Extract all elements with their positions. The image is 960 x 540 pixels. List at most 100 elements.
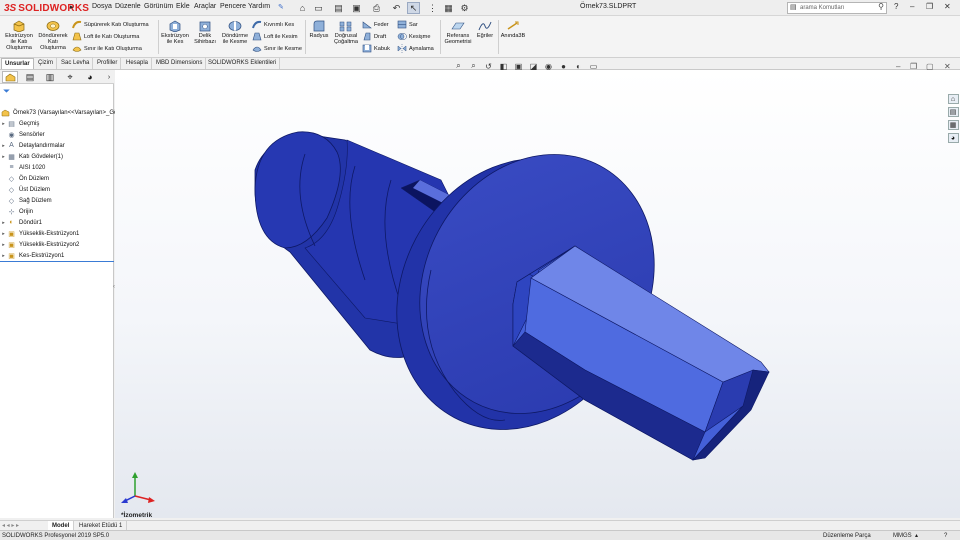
- new-document-icon[interactable]: ▭: [312, 2, 325, 14]
- menu-arrow-icon[interactable]: ▸: [70, 3, 74, 11]
- expand-arrow-icon[interactable]: ▸: [0, 143, 7, 149]
- extruded-cut-button[interactable]: Ekstrüzyon ile Kes: [161, 20, 189, 45]
- undo-icon[interactable]: ↶: [390, 2, 403, 14]
- configuration-manager-tab-icon[interactable]: ▥: [42, 71, 58, 83]
- options-gear-icon[interactable]: ⚙: [458, 2, 471, 14]
- menu-help[interactable]: Yardım: [248, 3, 270, 10]
- tree-item[interactable]: ≡ AISI 1020: [0, 162, 45, 173]
- tab-features[interactable]: Unsurlar: [1, 58, 34, 69]
- pin-icon[interactable]: ✎: [278, 3, 284, 11]
- mirror-button[interactable]: Aynalama: [397, 43, 434, 54]
- lofted-cut-button[interactable]: Loft ile Kesim: [252, 31, 302, 42]
- boundary-cut-button[interactable]: Sınır ile Kesme: [252, 43, 302, 54]
- home-icon[interactable]: ⌂: [296, 2, 309, 14]
- previous-view-icon[interactable]: ↺: [483, 61, 494, 71]
- filter-icon[interactable]: ⏷: [3, 86, 10, 97]
- menu-window[interactable]: Pencere: [220, 3, 246, 10]
- tree-item[interactable]: ▸ ▤ Geçmiş: [0, 118, 39, 129]
- status-units[interactable]: MMGS: [893, 531, 912, 540]
- tree-item[interactable]: ⊹ Orijin: [0, 206, 33, 217]
- shell-button[interactable]: Kabuk: [362, 43, 390, 54]
- display-style-icon[interactable]: ◪: [528, 61, 539, 71]
- property-manager-tab-icon[interactable]: ▤: [22, 71, 38, 83]
- close-icon[interactable]: ✕: [944, 2, 951, 11]
- viewport-restore-icon[interactable]: ❐: [910, 62, 917, 71]
- solidworks-resources-icon[interactable]: ⌂: [947, 94, 959, 104]
- appearances-icon[interactable]: ◕: [947, 133, 959, 143]
- curves-button[interactable]: Eğriler: [474, 20, 496, 39]
- expand-arrow-icon[interactable]: ▸: [0, 242, 7, 248]
- traffic-light-icon[interactable]: ⋮: [426, 2, 439, 14]
- minimize-icon[interactable]: –: [910, 2, 914, 11]
- tree-root-part[interactable]: Örnek73 (Varsayılan<<Varsayılan>_Gö: [1, 107, 117, 118]
- loft-boss-button[interactable]: Loft ile Katı Oluşturma: [72, 31, 149, 42]
- tree-item[interactable]: ▸ ▣ Kes-Ekstrüzyon1: [0, 250, 64, 261]
- restore-icon[interactable]: ❐: [926, 2, 933, 11]
- menu-tools[interactable]: Araçlar: [194, 3, 216, 10]
- expand-arrow-icon[interactable]: ▸: [0, 231, 7, 237]
- help-status-icon[interactable]: ?: [944, 531, 947, 540]
- solidworks-logo[interactable]: 3S SOLIDWORKS: [4, 1, 89, 15]
- expand-arrow-icon[interactable]: ▸: [0, 220, 7, 226]
- section-view-icon[interactable]: ◧: [498, 61, 509, 71]
- tree-item[interactable]: ◇ Üst Düzlem: [0, 184, 50, 195]
- view-orientation-icon[interactable]: ▣: [513, 61, 524, 71]
- select-pointer-icon[interactable]: ↖: [407, 2, 420, 14]
- expand-arrow-icon[interactable]: ▸: [0, 253, 7, 259]
- tree-item[interactable]: ◇ Ön Düzlem: [0, 173, 49, 184]
- design-library-icon[interactable]: ▤: [947, 107, 959, 117]
- tree-item[interactable]: ▸ ▦ Katı Gövdeler(1): [0, 151, 63, 162]
- boundary-boss-button[interactable]: Sınır ile Katı Oluşturma: [72, 43, 149, 54]
- rollback-bar[interactable]: [0, 261, 114, 262]
- swept-cut-button[interactable]: Kıvrımlı Kes: [252, 19, 302, 30]
- search-commands-input[interactable]: ▤ arama Komutları ⚲: [787, 2, 887, 14]
- intersect-button[interactable]: Kesişme: [397, 31, 434, 42]
- part-model[interactable]: [115, 70, 960, 518]
- sweep-boss-button[interactable]: Süpürerek Katı Oluşturma: [72, 19, 149, 30]
- edit-appearance-icon[interactable]: ●: [558, 61, 569, 71]
- menu-insert[interactable]: Ekle: [176, 3, 190, 10]
- tab-solidworks-addins[interactable]: SOLIDWORKS Eklentileri: [205, 58, 281, 69]
- tree-item[interactable]: ▸ ◐ Döndür1: [0, 217, 42, 228]
- instant3d-button[interactable]: Anında3B: [500, 20, 526, 39]
- viewport-minimize-icon[interactable]: –: [896, 62, 900, 71]
- save-icon[interactable]: ▣: [350, 2, 363, 14]
- hide-show-items-icon[interactable]: ◉: [543, 61, 554, 71]
- tab-scroll-arrows-icon[interactable]: ◂ ◂ ▸ ▸: [2, 522, 19, 529]
- tree-item[interactable]: ◉ Sensörler: [0, 129, 44, 140]
- tree-item[interactable]: ◇ Sağ Düzlem: [0, 195, 52, 206]
- open-folder-icon[interactable]: ▤: [332, 2, 345, 14]
- expand-arrow-icon[interactable]: ▸: [0, 121, 7, 127]
- tree-item[interactable]: ▸ A Detaylandırmalar: [0, 140, 64, 151]
- tab-sketch[interactable]: Çizim: [35, 58, 57, 69]
- menu-edit[interactable]: Düzenle: [115, 3, 141, 10]
- zoom-to-area-icon[interactable]: ⌕: [468, 61, 479, 71]
- extrude-boss-button[interactable]: Ekstrüzyon ile Katı Oluşturma: [3, 20, 35, 51]
- tab-profiles[interactable]: Profiller: [94, 58, 122, 69]
- menu-view[interactable]: Görünüm: [144, 3, 173, 10]
- tab-sheet-metal[interactable]: Sac Levha: [58, 58, 94, 69]
- help-icon[interactable]: ?: [894, 2, 898, 11]
- dimxpert-tab-icon[interactable]: ⌖: [62, 71, 78, 83]
- linear-pattern-button[interactable]: Doğrusal Çoğaltma: [332, 20, 360, 45]
- graphics-area[interactable]: [115, 70, 960, 518]
- viewport-close-icon[interactable]: ✕: [944, 62, 951, 71]
- file-explorer-icon[interactable]: ▦: [947, 120, 959, 130]
- tree-item[interactable]: ▸ ▣ Yükseklik-Ekstrüzyon2: [0, 239, 79, 250]
- fillet-button[interactable]: Radyus: [308, 20, 330, 39]
- print-icon[interactable]: ⎙: [370, 2, 383, 14]
- draft-button[interactable]: Draft: [362, 31, 390, 42]
- file-properties-icon[interactable]: ▦: [442, 2, 455, 14]
- view-settings-icon[interactable]: ▭: [588, 61, 599, 71]
- reference-geometry-button[interactable]: Referans Geometrisi: [443, 20, 473, 45]
- display-manager-tab-icon[interactable]: ◕: [82, 71, 98, 83]
- rib-button[interactable]: Feder: [362, 19, 390, 30]
- hole-wizard-button[interactable]: Delik Sihirbazı: [192, 20, 218, 45]
- menu-file[interactable]: Dosya: [92, 3, 112, 10]
- expand-arrow-icon[interactable]: ▸: [0, 154, 7, 160]
- viewport-maximize-icon[interactable]: ▢: [926, 62, 934, 71]
- revolve-boss-button[interactable]: Döndürerek Katı Oluşturma: [37, 20, 69, 51]
- revolved-cut-button[interactable]: Döndürme ile Kesme: [220, 20, 250, 45]
- wrap-button[interactable]: Sar: [397, 19, 434, 30]
- units-dropdown-icon[interactable]: ▴: [915, 531, 918, 540]
